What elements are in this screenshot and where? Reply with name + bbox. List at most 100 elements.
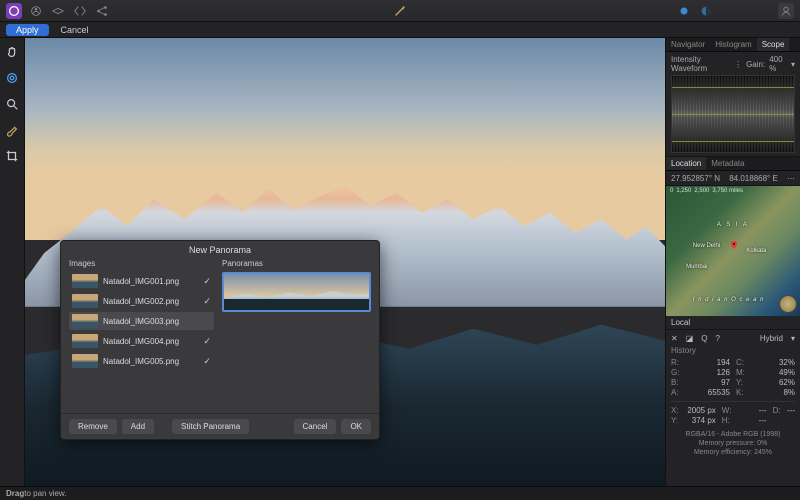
- ypx-label: Y:: [671, 416, 678, 425]
- dialog-cancel-button[interactable]: Cancel: [294, 419, 337, 434]
- top-toolbar: [0, 0, 800, 22]
- map[interactable]: 0 1,250 2,500 3,750 miles A S I A New De…: [666, 186, 800, 316]
- map-label-mumbai: Mumbai: [686, 264, 707, 270]
- dialog-title: New Panorama: [61, 241, 379, 259]
- image-list-item[interactable]: Natadol_IMG004.png✓: [69, 332, 214, 350]
- g-value: 126: [717, 368, 730, 377]
- x-value: 2005 px: [687, 406, 715, 415]
- image-list-item[interactable]: Natadol_IMG002.png ✓: [69, 292, 214, 310]
- hand-tool[interactable]: [4, 44, 20, 60]
- check-icon[interactable]: ✓: [203, 356, 211, 367]
- question-icon[interactable]: Q: [701, 334, 707, 343]
- check-icon[interactable]: ✓: [203, 336, 211, 347]
- d-value: ---: [787, 406, 795, 415]
- half-moon-icon[interactable]: [698, 3, 714, 19]
- location-more-icon[interactable]: ⋯: [787, 174, 795, 183]
- thumbnail: [72, 334, 98, 348]
- images-label: Images: [69, 259, 214, 268]
- image-list-item[interactable]: Natadol_IMG001.png ✓: [69, 272, 214, 290]
- thumbnail: [72, 274, 98, 288]
- hybrid-select[interactable]: Hybrid: [760, 334, 783, 343]
- local-label: Local: [671, 318, 690, 327]
- right-panel: Navigator Histogram Scope Intensity Wave…: [665, 38, 800, 486]
- remove-button[interactable]: Remove: [69, 419, 117, 434]
- h-value: ---: [759, 416, 767, 425]
- tab-location[interactable]: Location: [666, 157, 706, 170]
- image-name: Natadol_IMG001.png: [103, 277, 198, 286]
- map-label-ocean: I n d i a n O c e a n: [693, 297, 765, 303]
- thumbnail: [72, 354, 98, 368]
- scope-title: Intensity Waveform: [671, 55, 734, 73]
- d-label: D:: [773, 406, 781, 415]
- app-icon: [6, 3, 22, 19]
- tab-navigator[interactable]: Navigator: [666, 38, 710, 51]
- cancel-button[interactable]: Cancel: [61, 25, 89, 35]
- c-label: C:: [736, 358, 744, 367]
- g-label: G:: [671, 368, 679, 377]
- status-hint: to pan view.: [24, 489, 66, 498]
- help-icon[interactable]: ?: [716, 334, 720, 343]
- color-profile: RGBA/16 - Adobe RGB (1998): [671, 430, 795, 439]
- mirror-icon[interactable]: [72, 3, 88, 19]
- check-icon[interactable]: ✓: [203, 276, 211, 287]
- add-button[interactable]: Add: [122, 419, 154, 434]
- action-bar: Apply Cancel: [0, 22, 800, 38]
- map-label-newdelhi: New Delhi: [693, 243, 720, 249]
- stitch-panorama-button[interactable]: Stitch Panorama: [172, 419, 249, 434]
- tab-history[interactable]: History: [671, 346, 795, 355]
- thumbnail: [72, 294, 98, 308]
- zoom-tool[interactable]: [4, 96, 20, 112]
- crop-tool[interactable]: [4, 148, 20, 164]
- status-hint-strong: Drag: [6, 489, 24, 498]
- blue-dot-icon[interactable]: [676, 3, 692, 19]
- y-value: 62%: [779, 378, 795, 387]
- tool-strip: [0, 38, 25, 486]
- w-value: ---: [759, 406, 767, 415]
- tab-histogram[interactable]: Histogram: [710, 38, 756, 51]
- gain-label: Gain:: [746, 60, 765, 69]
- close-panel-icon[interactable]: ✕: [671, 334, 678, 343]
- wand-icon[interactable]: [392, 3, 408, 19]
- image-list-item[interactable]: Natadol_IMG005.png ✓: [69, 352, 214, 370]
- new-panorama-dialog: New Panorama Images Natadol_IMG001.png✓N…: [60, 240, 380, 440]
- image-name: Natadol_IMG002.png: [103, 297, 198, 306]
- brush-tool[interactable]: [4, 122, 20, 138]
- map-label-asia: A S I A: [717, 222, 749, 228]
- scope-options-icon[interactable]: ⋮: [734, 60, 742, 69]
- m-value: 49%: [779, 368, 795, 377]
- x-label: X:: [671, 406, 679, 415]
- dialog-ok-button[interactable]: OK: [341, 419, 371, 434]
- waveform-display: [671, 75, 795, 153]
- compass-icon[interactable]: [779, 295, 797, 313]
- panorama-preview[interactable]: [222, 272, 371, 312]
- c-value: 32%: [779, 358, 795, 367]
- crescent-icon[interactable]: [720, 3, 736, 19]
- account-icon[interactable]: [778, 3, 794, 19]
- layers-icon[interactable]: [50, 3, 66, 19]
- r-label: R:: [671, 358, 679, 367]
- gain-value[interactable]: 400 %: [769, 55, 787, 73]
- tab-metadata[interactable]: Metadata: [706, 157, 749, 170]
- m-label: M:: [736, 368, 745, 377]
- r-value: 194: [717, 358, 730, 367]
- thumbnail: [72, 314, 98, 328]
- gain-stepper-icon[interactable]: ▾: [791, 60, 795, 69]
- image-list-item[interactable]: Natadol_IMG003.png: [69, 312, 214, 330]
- image-name: Natadol_IMG005.png: [103, 357, 198, 366]
- tab-scope[interactable]: Scope: [757, 38, 790, 51]
- k-label: K:: [736, 388, 744, 397]
- swatch-icon[interactable]: ◪: [686, 334, 694, 343]
- scale-2: 2,500: [694, 188, 709, 194]
- share-icon[interactable]: [94, 3, 110, 19]
- apply-button[interactable]: Apply: [6, 24, 49, 36]
- memory-efficiency: Memory efficiency: 245%: [671, 448, 795, 457]
- ypx-value: 374 px: [692, 416, 716, 425]
- image-list[interactable]: Natadol_IMG001.png✓Natadol_IMG002.png✓Na…: [69, 272, 214, 409]
- view-tool[interactable]: [4, 70, 20, 86]
- memory-pressure: Memory pressure: 0%: [671, 439, 795, 448]
- hybrid-chevron-icon[interactable]: ▾: [791, 334, 795, 343]
- status-bar: Drag to pan view.: [0, 486, 800, 500]
- persona-icon[interactable]: [28, 3, 44, 19]
- check-icon[interactable]: ✓: [203, 296, 211, 307]
- y-label: Y:: [736, 378, 743, 387]
